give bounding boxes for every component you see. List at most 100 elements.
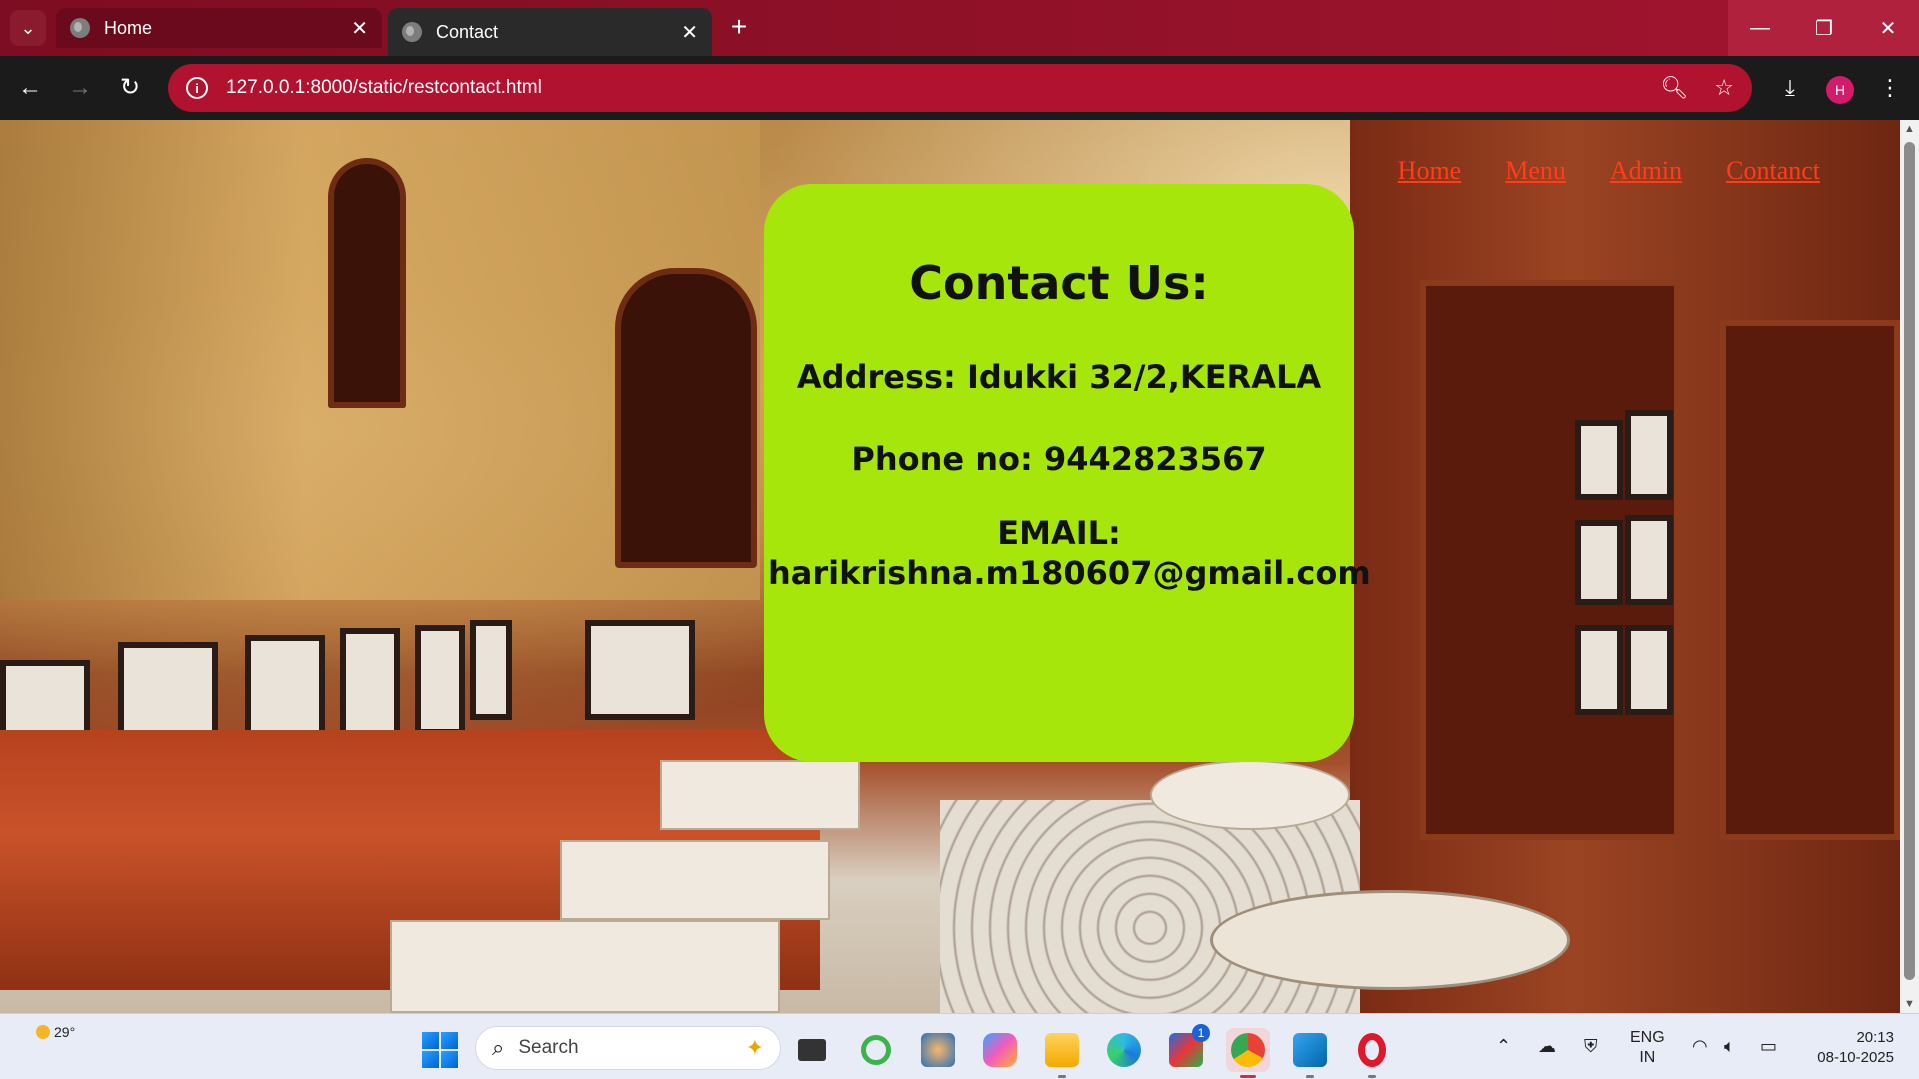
tab-home[interactable]: Home ✕ <box>56 8 382 48</box>
scroll-up-icon[interactable]: ▲ <box>1900 120 1919 138</box>
picture-frame <box>415 625 465 735</box>
address-text: Address: Idukki 32/2,KERALA <box>796 358 1322 396</box>
scroll-thumb[interactable] <box>1904 142 1915 980</box>
phone-text: Phone no: 9442823567 <box>851 440 1267 478</box>
download-icon[interactable]: ⤓ <box>1774 72 1806 104</box>
dining-table <box>660 760 860 830</box>
dining-table <box>560 840 830 920</box>
reload-button[interactable]: ↻ <box>114 72 146 104</box>
round-table <box>1210 890 1570 990</box>
weather-temp: 29° <box>54 1024 76 1040</box>
globe-icon <box>70 18 90 38</box>
clock-date: 08-10-2025 <box>1817 1049 1894 1066</box>
tab-search-button[interactable]: ⌄ <box>10 10 46 46</box>
restore-icon: ❐ <box>1815 17 1833 40</box>
search-placeholder: Search <box>518 1037 579 1058</box>
nav-link-home[interactable]: Home <box>1398 156 1462 186</box>
picture-frame <box>1625 625 1673 715</box>
minimize-icon: — <box>1750 16 1770 39</box>
arch-niche <box>328 158 406 408</box>
page-viewport: Home Menu Admin Contanct Contact Us: Add… <box>0 120 1900 1013</box>
chevron-down-icon: ⌄ <box>20 17 36 38</box>
weather-widget[interactable]: 29° <box>36 1024 75 1040</box>
arch-niche <box>615 268 757 568</box>
close-icon[interactable]: ✕ <box>681 20 698 45</box>
globe-icon <box>402 22 422 42</box>
tab-contact[interactable]: Contact ✕ <box>388 8 712 56</box>
nav-link-menu[interactable]: Menu <box>1505 156 1566 186</box>
edge-icon[interactable] <box>1102 1028 1146 1072</box>
chrome-icon[interactable] <box>1226 1028 1270 1078</box>
volume-icon[interactable]: 🔈︎ <box>1724 1036 1735 1057</box>
close-icon[interactable]: ✕ <box>351 16 368 41</box>
contact-heading: Contact Us: <box>909 256 1209 310</box>
profile-avatar[interactable]: H <box>1826 76 1854 104</box>
scroll-down-icon[interactable]: ▼ <box>1900 995 1919 1013</box>
search-icon: ⌕ <box>492 1035 505 1060</box>
close-window-button[interactable]: ✕ <box>1856 0 1919 56</box>
refresh-app-icon[interactable] <box>854 1028 898 1072</box>
photos-app-icon[interactable] <box>916 1028 960 1072</box>
windows-logo-icon <box>422 1032 439 1049</box>
forward-button[interactable]: → <box>64 72 96 104</box>
battery-icon[interactable]: ▭ <box>1760 1036 1777 1057</box>
nav-link-admin[interactable]: Admin <box>1610 156 1682 186</box>
security-icon[interactable]: ⛨ <box>1584 1036 1598 1057</box>
info-icon[interactable]: i <box>186 77 208 99</box>
dining-table <box>390 920 780 1013</box>
store-badge: 1 <box>1192 1024 1210 1042</box>
reload-icon: ↻ <box>119 74 141 101</box>
picture-frame <box>1575 625 1623 715</box>
email-label: EMAIL: <box>997 514 1121 552</box>
weather-icon <box>36 1025 50 1039</box>
taskbar: 29° ⌕ Search ✦ 1 ⌃ ☁ ⛨ ENG IN ◠ 🔈︎ ▭ 20:… <box>0 1013 1919 1079</box>
taskbar-search[interactable]: ⌕ Search ✦ <box>475 1026 781 1070</box>
clock[interactable]: 20:13 08-10-2025 <box>1804 1028 1894 1068</box>
zoom-icon[interactable]: 🔍︎ <box>1660 75 1688 101</box>
wood-panel <box>1720 320 1900 840</box>
plus-icon: + <box>730 11 748 42</box>
browser-toolbar: ← → ↻ i 127.0.0.1:8000/static/restcontac… <box>0 56 1919 120</box>
tab-title: Contact <box>436 21 499 42</box>
file-explorer-icon[interactable] <box>1040 1028 1084 1078</box>
arrow-left-icon: ← <box>18 74 42 101</box>
nav-link-contact[interactable]: Contanct <box>1726 156 1820 186</box>
page-scrollbar[interactable]: ▲ ▼ <box>1900 120 1919 1013</box>
contact-card: Contact Us: Address: Idukki 32/2,KERALA … <box>764 184 1371 762</box>
address-bar[interactable]: i 127.0.0.1:8000/static/restcontact.html… <box>168 64 1752 112</box>
copilot-icon[interactable] <box>978 1028 1022 1072</box>
picture-frame <box>1575 420 1623 500</box>
minimize-button[interactable]: — <box>1728 0 1792 56</box>
picture-frame <box>1575 520 1623 605</box>
dining-table <box>1150 760 1350 830</box>
lang-primary: ENG <box>1630 1029 1665 1046</box>
vscode-icon[interactable] <box>1288 1028 1332 1078</box>
email-text: harikrishna.m180607@gmail.com <box>768 554 1371 592</box>
picture-frame <box>470 620 512 720</box>
back-button[interactable]: ← <box>14 72 46 104</box>
wifi-icon[interactable]: ◠ <box>1692 1036 1708 1057</box>
star-icon[interactable]: ☆ <box>1714 75 1734 101</box>
more-menu-icon[interactable]: ⋮ <box>1874 72 1906 104</box>
chevron-up-icon[interactable]: ⌃ <box>1496 1036 1511 1057</box>
picture-frame <box>1625 515 1673 605</box>
restore-button[interactable]: ❐ <box>1792 0 1856 56</box>
cloud-icon[interactable]: ☁ <box>1538 1036 1556 1057</box>
tab-title: Home <box>104 17 153 38</box>
tab-strip: ⌄ Home ✕ Contact ✕ + — ❐ ✕ <box>0 0 1919 56</box>
site-nav: Home Menu Admin Contanct <box>1398 156 1900 186</box>
picture-frame <box>585 620 695 720</box>
start-button[interactable] <box>422 1032 458 1068</box>
clock-time: 20:13 <box>1856 1029 1894 1046</box>
store-icon[interactable]: 1 <box>1164 1024 1210 1072</box>
picture-frame <box>1625 410 1673 500</box>
opera-icon[interactable] <box>1350 1028 1394 1078</box>
new-tab-button[interactable]: + <box>724 12 754 42</box>
task-view-icon[interactable] <box>790 1028 834 1072</box>
language-indicator[interactable]: ENG IN <box>1630 1028 1665 1068</box>
url-text[interactable]: 127.0.0.1:8000/static/restcontact.html <box>226 77 1634 99</box>
close-icon: ✕ <box>1879 17 1897 40</box>
sparkle-icon: ✦ <box>745 1035 764 1060</box>
arrow-right-icon: → <box>68 74 92 101</box>
lang-secondary: IN <box>1639 1049 1656 1066</box>
